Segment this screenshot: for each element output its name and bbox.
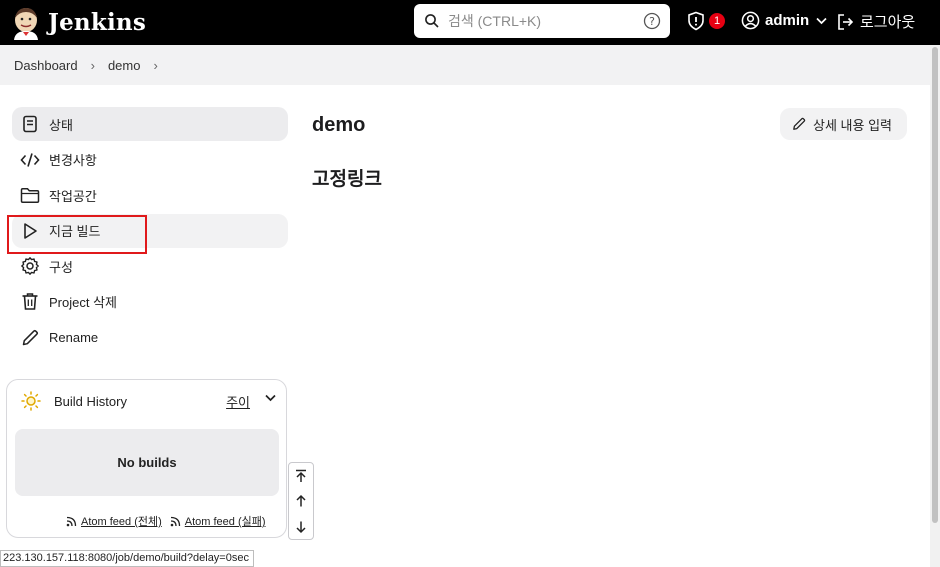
trash-icon (20, 292, 40, 312)
top-header: Jenkins ? 1 admin (0, 0, 940, 45)
atom-feeds: Atom feed (전체) Atom feed (실패) (66, 513, 266, 529)
scroll-down-button[interactable] (289, 514, 313, 540)
scroll-top-button[interactable] (289, 463, 313, 489)
code-icon (20, 150, 40, 170)
rss-icon (66, 516, 77, 526)
search-box[interactable]: ? (414, 4, 670, 38)
highlight-box (7, 215, 147, 254)
pencil-icon (793, 117, 806, 130)
sun-icon (21, 391, 41, 411)
brand-name: Jenkins (48, 9, 146, 36)
breadcrumb-dashboard[interactable]: Dashboard (14, 58, 78, 73)
security-alerts[interactable]: 1 (686, 11, 725, 31)
trend-link[interactable]: 주이 (226, 392, 250, 411)
svg-text:?: ? (649, 15, 655, 28)
sidebar-item-label: 작업공간 (49, 188, 97, 204)
chevron-right-icon: › (90, 57, 95, 73)
scroll-to-top-icon (296, 469, 306, 482)
scrollbar-thumb[interactable] (932, 47, 938, 523)
sidebar-item-rename[interactable]: Rename (12, 321, 288, 355)
sidebar-item-label: 변경사항 (49, 153, 97, 169)
help-icon[interactable]: ? (643, 12, 661, 30)
chevron-right-icon[interactable]: › (153, 58, 157, 73)
shield-icon (688, 11, 704, 31)
build-history-title: Build History (54, 393, 127, 409)
user-menu[interactable]: admin (741, 11, 827, 30)
logout-link[interactable]: 로그아웃 (836, 11, 915, 32)
search-icon (425, 14, 439, 28)
logout-label: 로그아웃 (860, 14, 916, 31)
scroll-up-button[interactable] (289, 489, 313, 515)
page-title: demo (312, 114, 366, 136)
document-icon (20, 114, 40, 134)
scroll-controls (288, 462, 314, 540)
chevron-down-icon (816, 17, 827, 24)
atom-feed-failed-link[interactable]: Atom feed (실패) (185, 513, 266, 529)
sidebar-item-workspace[interactable]: 작업공간 (12, 178, 288, 212)
edit-description-button[interactable]: 상세 내용 입력 (780, 108, 907, 140)
sidebar-item-delete-project[interactable]: Project 삭제 (12, 285, 288, 319)
jenkins-butler-icon (14, 7, 38, 40)
build-history-panel: Build History 주이 No builds Atom feed (전체… (6, 379, 287, 538)
page-scrollbar[interactable] (930, 45, 940, 567)
sidebar-item-label: Rename (49, 330, 99, 346)
jenkins-logo[interactable]: Jenkins (11, 6, 146, 40)
alert-count-badge: 1 (709, 13, 725, 29)
user-icon (741, 11, 760, 30)
build-history-header: Build History 주이 (21, 390, 276, 412)
breadcrumb-demo[interactable]: demo (108, 58, 141, 73)
sidebar-item-configure[interactable]: 구성 (12, 249, 288, 283)
status-url: 223.130.157.118:8080/job/demo/build?dela… (0, 550, 254, 567)
pencil-icon (20, 328, 40, 348)
arrow-down-icon (296, 521, 306, 533)
folder-icon (20, 185, 40, 205)
sidebar-item-label: 구성 (49, 259, 73, 275)
sidebar-item-status[interactable]: 상태 (12, 107, 288, 141)
atom-feed-all-link[interactable]: Atom feed (전체) (81, 513, 162, 529)
sidebar-item-label: 상태 (49, 117, 73, 133)
chevron-down-icon[interactable] (265, 394, 276, 402)
logout-icon (838, 13, 854, 30)
rss-icon (170, 516, 180, 526)
edit-description-label: 상세 내용 입력 (813, 117, 892, 133)
atom-feed-failed: Atom feed (실패) (170, 513, 266, 529)
no-builds-message: No builds (15, 429, 279, 496)
search-input[interactable] (448, 13, 638, 29)
gear-icon (20, 256, 40, 276)
permalinks-heading: 고정링크 (312, 169, 382, 190)
sidebar-item-label: Project 삭제 (49, 295, 117, 311)
sidebar-item-changes[interactable]: 변경사항 (12, 143, 288, 177)
username: admin (765, 12, 810, 29)
breadcrumb: Dashboard › demo › (0, 45, 930, 85)
arrow-up-icon (296, 495, 306, 507)
